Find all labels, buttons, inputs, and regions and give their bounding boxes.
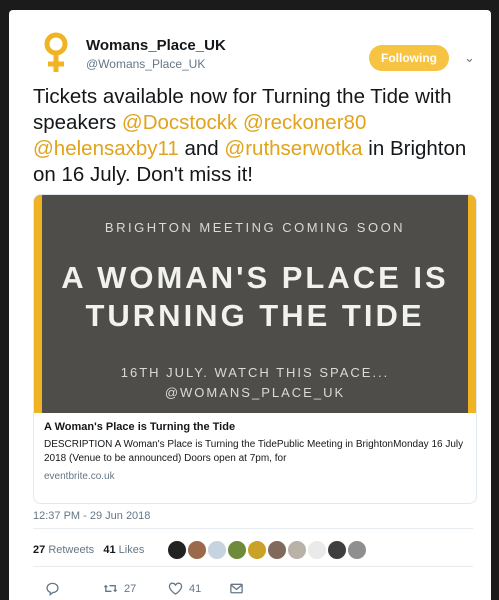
liker-avatar[interactable] bbox=[187, 540, 207, 560]
reply-button[interactable] bbox=[45, 581, 60, 596]
engagement-stats: 27 Retweets 41 Likes bbox=[33, 544, 144, 556]
following-button[interactable]: Following bbox=[369, 45, 449, 71]
venus-symbol-icon[interactable] bbox=[33, 30, 79, 76]
liker-avatar[interactable] bbox=[247, 540, 267, 560]
retweet-button[interactable]: 27 bbox=[103, 581, 136, 596]
mention-link[interactable]: @reckoner80 bbox=[243, 111, 366, 134]
liker-avatar[interactable] bbox=[327, 540, 347, 560]
link-domain: eventbrite.co.uk bbox=[44, 471, 115, 482]
retweets-label: Retweets bbox=[48, 544, 95, 556]
author-name[interactable]: Womans_Place_UK bbox=[86, 37, 226, 54]
tweet-card: Womans_Place_UK @Womans_Place_UK Followi… bbox=[9, 10, 491, 600]
liker-avatar[interactable] bbox=[347, 540, 367, 560]
link-preview-card[interactable]: BRIGHTON MEETING COMING SOON A WOMAN'S P… bbox=[33, 194, 477, 504]
liker-avatar[interactable] bbox=[207, 540, 227, 560]
following-label: Following bbox=[381, 51, 437, 65]
likes-stat[interactable]: 41 Likes bbox=[103, 544, 144, 556]
banner-headline: A WOMAN'S PLACE IS TURNING THE TIDE bbox=[34, 259, 476, 335]
link-description: DESCRIPTION A Woman's Place is Turning t… bbox=[44, 439, 464, 464]
banner-date-line: 16TH JULY. WATCH THIS SPACE... bbox=[120, 365, 390, 380]
link-title: A Woman's Place is Turning the Tide bbox=[44, 421, 236, 433]
mention-link[interactable]: @Docstockk bbox=[122, 111, 237, 134]
author-handle[interactable]: @Womans_Place_UK bbox=[86, 57, 205, 71]
tweet-text: Tickets available now for Turning the Ti… bbox=[33, 84, 473, 188]
chevron-down-icon[interactable]: ⌄ bbox=[464, 50, 475, 66]
liker-avatar[interactable] bbox=[227, 540, 247, 560]
banner-headline-line-1: A WOMAN'S PLACE IS bbox=[61, 260, 449, 295]
retweet-icon bbox=[103, 584, 118, 593]
liker-avatar[interactable] bbox=[167, 540, 187, 560]
retweet-count: 27 bbox=[124, 582, 137, 595]
tweet-text-part: and bbox=[178, 137, 225, 160]
retweets-count: 27 bbox=[33, 544, 46, 556]
likes-label: Likes bbox=[118, 544, 145, 556]
retweets-stat[interactable]: 27 Retweets bbox=[33, 544, 94, 556]
banner-handle-line: @WOMANS_PLACE_UK bbox=[164, 385, 346, 400]
banner-headline-line-2: TURNING THE TIDE bbox=[85, 298, 425, 333]
liker-avatar[interactable] bbox=[307, 540, 327, 560]
tweet-actions: 27 41 bbox=[33, 581, 473, 597]
like-count: 41 bbox=[189, 582, 202, 595]
reply-icon bbox=[46, 582, 59, 596]
link-info: A Woman's Place is Turning the Tide DESC… bbox=[44, 421, 464, 482]
envelope-icon bbox=[230, 583, 243, 594]
like-button[interactable]: 41 bbox=[168, 581, 201, 596]
direct-message-button[interactable] bbox=[229, 581, 244, 596]
divider bbox=[33, 528, 473, 529]
mention-link[interactable]: @ruthserwotka bbox=[224, 137, 362, 160]
event-banner-image: BRIGHTON MEETING COMING SOON A WOMAN'S P… bbox=[34, 195, 476, 413]
tweet-timestamp[interactable]: 12:37 PM - 29 Jun 2018 bbox=[33, 510, 150, 522]
liker-avatar[interactable] bbox=[287, 540, 307, 560]
banner-footer: 16TH JULY. WATCH THIS SPACE... @WOMANS_P… bbox=[34, 363, 476, 403]
banner-subheading: BRIGHTON MEETING COMING SOON bbox=[104, 220, 406, 235]
liker-avatar[interactable] bbox=[267, 540, 287, 560]
divider bbox=[33, 566, 473, 567]
mention-link[interactable]: @helensaxby11 bbox=[33, 137, 179, 160]
heart-icon bbox=[168, 582, 183, 595]
likes-count: 41 bbox=[103, 544, 116, 556]
